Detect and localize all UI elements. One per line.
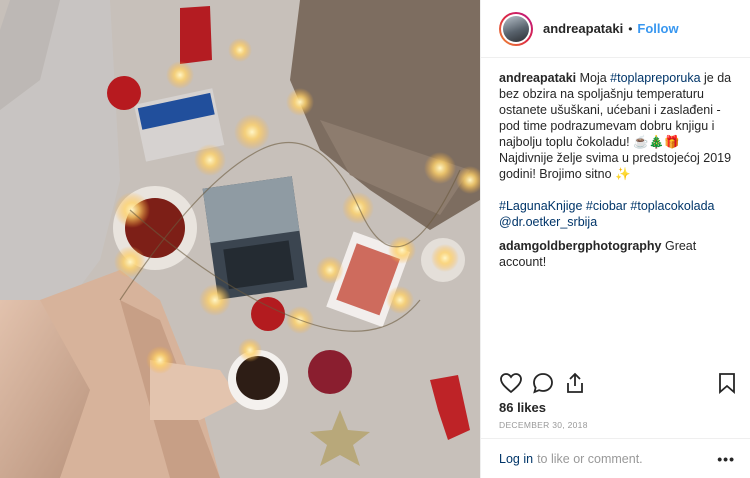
instagram-post: andreapataki • Follow andreapataki Moja … xyxy=(0,0,750,478)
post-side-panel: andreapataki • Follow andreapataki Moja … xyxy=(480,0,750,478)
header-username[interactable]: andreapataki xyxy=(543,21,623,36)
heart-icon[interactable] xyxy=(499,371,523,395)
caption-emoji-2: ✨ xyxy=(615,167,631,181)
follow-button[interactable]: Follow xyxy=(637,21,678,36)
login-link[interactable]: Log in xyxy=(499,452,533,466)
hashtag-toplacokolada[interactable]: #toplacokolada xyxy=(630,199,714,213)
add-comment-bar: Log in to like or comment. ••• xyxy=(481,438,750,478)
comment: adamgoldbergphotography Great account! xyxy=(499,238,734,270)
share-icon[interactable] xyxy=(563,371,587,395)
post-photo[interactable] xyxy=(0,0,480,478)
caption-username[interactable]: andreapataki xyxy=(499,71,576,85)
mention-dr-oetker[interactable]: @dr.oetker_srbija xyxy=(499,215,597,229)
avatar[interactable] xyxy=(499,11,533,46)
hashtag-lagunaknjige[interactable]: #LagunaKnjige xyxy=(499,199,582,213)
likes-count[interactable]: 86 likes xyxy=(499,400,546,415)
caption-emoji-1: ☕🎄🎁 xyxy=(633,135,680,149)
comments-list: andreapataki Moja #toplapreporuka je da … xyxy=(481,58,750,270)
photo-illustration xyxy=(0,0,480,478)
action-bar xyxy=(499,371,739,397)
post-header: andreapataki • Follow xyxy=(481,0,750,58)
hashtag-ciobar[interactable]: #ciobar xyxy=(586,199,627,213)
caption-text-1: Moja xyxy=(576,71,611,85)
more-options-icon[interactable]: ••• xyxy=(717,451,735,467)
header-separator: • xyxy=(628,21,633,36)
post-date[interactable]: DECEMBER 30, 2018 xyxy=(499,420,588,430)
avatar-ring xyxy=(501,13,531,44)
avatar-image xyxy=(503,15,529,42)
login-prompt-text: to like or comment. xyxy=(537,451,643,466)
bookmark-icon[interactable] xyxy=(715,371,739,395)
hashtag-toplapreporuka[interactable]: #toplapreporuka xyxy=(610,71,700,85)
comment-username[interactable]: adamgoldbergphotography xyxy=(499,239,662,253)
comment-icon[interactable] xyxy=(531,371,555,395)
caption: andreapataki Moja #toplapreporuka je da … xyxy=(499,70,734,230)
